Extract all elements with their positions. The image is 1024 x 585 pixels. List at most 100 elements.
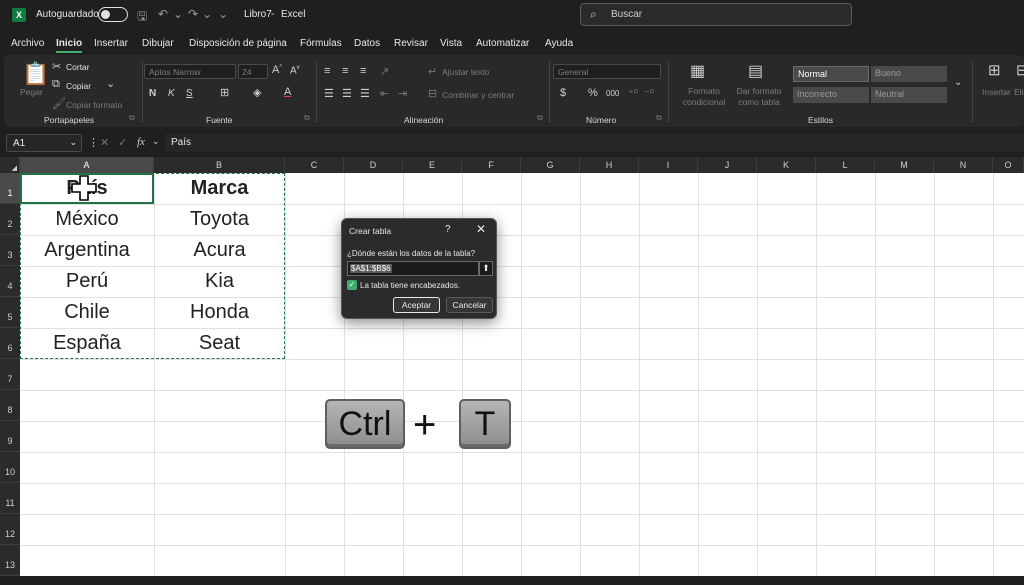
tab-ayuda[interactable]: Ayuda xyxy=(545,38,573,49)
align-bottom-icon[interactable]: ≡ xyxy=(360,65,366,77)
increase-indent-icon[interactable]: ⇥ xyxy=(398,87,407,100)
column-header-h[interactable]: H xyxy=(580,157,639,173)
more-icon[interactable]: ⋮ xyxy=(88,136,99,149)
underline-icon[interactable]: S xyxy=(186,88,193,99)
borders-icon[interactable]: ⊞ xyxy=(220,86,229,99)
align-right-icon[interactable]: ☰ xyxy=(360,87,370,100)
column-header-n[interactable]: N xyxy=(934,157,993,173)
format-painter-label[interactable]: Copiar formato xyxy=(66,100,122,110)
merge-center-label[interactable]: Combinar y centrar xyxy=(442,90,514,100)
undo-dropdown-icon[interactable]: ⌄ xyxy=(173,7,183,21)
copy-icon[interactable]: ⧉ xyxy=(52,78,60,91)
insert-function-icon[interactable]: fx xyxy=(137,136,145,148)
close-icon[interactable]: ✕ xyxy=(476,222,486,236)
tab-automatizar[interactable]: Automatizar xyxy=(476,38,529,49)
insert-cells-label[interactable]: Insertar xyxy=(982,87,1011,97)
tab-vista[interactable]: Vista xyxy=(440,38,462,49)
tab-inicio[interactable]: Inicio xyxy=(56,38,83,53)
style-normal[interactable]: Normal xyxy=(793,66,869,82)
decrease-decimal-icon[interactable]: ⁻⁰ xyxy=(644,87,654,100)
column-header-l[interactable]: L xyxy=(816,157,875,173)
save-icon[interactable]: 🖫 xyxy=(137,7,147,28)
redo-icon[interactable]: ↷ xyxy=(188,7,198,21)
row-header-6[interactable]: 6 xyxy=(0,328,20,359)
row-header-11[interactable]: 11 xyxy=(0,483,20,514)
font-color-icon[interactable]: A xyxy=(284,86,291,98)
align-left-icon[interactable]: ☰ xyxy=(324,87,334,100)
style-neutral[interactable]: Neutral xyxy=(871,87,947,103)
column-header-k[interactable]: K xyxy=(757,157,816,173)
cut-icon[interactable]: ✂ xyxy=(52,60,61,73)
cancel-button[interactable]: Cancelar xyxy=(446,297,493,313)
column-header-f[interactable]: F xyxy=(462,157,521,173)
align-center-icon[interactable]: ☰ xyxy=(342,87,352,100)
decrease-indent-icon[interactable]: ⇤ xyxy=(380,87,389,100)
column-header-m[interactable]: M xyxy=(875,157,934,173)
decrease-font-icon[interactable]: Av xyxy=(290,65,300,76)
column-header-c[interactable]: C xyxy=(285,157,344,173)
help-icon[interactable]: ? xyxy=(445,224,451,235)
increase-decimal-icon[interactable]: ⁺⁰ xyxy=(628,87,638,100)
font-launcher-icon[interactable]: ⧉ xyxy=(304,113,310,123)
orientation-icon[interactable]: ↗ xyxy=(380,65,389,78)
align-middle-icon[interactable]: ≡ xyxy=(342,65,348,77)
row-header-4[interactable]: 4 xyxy=(0,266,20,297)
percent-icon[interactable]: % xyxy=(588,87,598,99)
select-all-corner[interactable]: ◢ xyxy=(0,157,20,173)
increase-font-icon[interactable]: A^ xyxy=(272,64,282,76)
column-header-i[interactable]: I xyxy=(639,157,698,173)
conditional-format-icon[interactable]: ▦ xyxy=(690,61,705,81)
row-header-1[interactable]: 1 xyxy=(0,173,20,204)
fill-color-icon[interactable]: ◈ xyxy=(253,86,261,99)
redo-dropdown-icon[interactable]: ⌄ xyxy=(202,7,212,21)
paste-label[interactable]: Pegar xyxy=(20,87,43,97)
tab-revisar[interactable]: Revisar xyxy=(394,38,428,49)
number-launcher-icon[interactable]: ⧉ xyxy=(656,113,662,123)
column-header-a[interactable]: A xyxy=(20,157,154,173)
fx-dropdown-icon[interactable]: ⌄ xyxy=(152,136,160,147)
format-painter-icon[interactable]: 🖌 xyxy=(52,97,66,110)
alignment-launcher-icon[interactable]: ⧉ xyxy=(537,113,543,123)
conditional-format-label[interactable]: Formato condicional xyxy=(682,86,726,108)
column-header-e[interactable]: E xyxy=(403,157,462,173)
tab-dibujar[interactable]: Dibujar xyxy=(142,38,174,49)
align-top-icon[interactable]: ≡ xyxy=(324,65,330,77)
delete-cells-label[interactable]: Eli xyxy=(1014,87,1023,97)
copy-label[interactable]: Copiar xyxy=(66,81,91,91)
font-name-dropdown[interactable]: Aptos Narrow xyxy=(144,64,236,79)
style-bad[interactable]: Incorrecto xyxy=(793,87,869,103)
confirm-entry-icon[interactable]: ✓ xyxy=(118,136,127,149)
column-header-j[interactable]: J xyxy=(698,157,757,173)
row-header-5[interactable]: 5 xyxy=(0,297,20,328)
merge-icon[interactable]: ⊟ xyxy=(428,87,437,100)
styles-more-icon[interactable]: ⌄ xyxy=(954,77,962,88)
cut-label[interactable]: Cortar xyxy=(66,62,90,72)
row-header-12[interactable]: 12 xyxy=(0,514,20,545)
tab-disposicion[interactable]: Disposición de página xyxy=(189,38,287,49)
column-header-g[interactable]: G xyxy=(521,157,580,173)
format-as-table-label[interactable]: Dar formato como tabla xyxy=(732,86,786,108)
column-header-d[interactable]: D xyxy=(344,157,403,173)
copy-dropdown-icon[interactable]: ⌄ xyxy=(106,77,115,90)
ok-button[interactable]: Aceptar xyxy=(393,297,440,313)
wrap-text-label[interactable]: Ajustar texto xyxy=(442,67,489,77)
row-header-8[interactable]: 8 xyxy=(0,390,20,421)
row-header-7[interactable]: 7 xyxy=(0,359,20,390)
thousands-icon[interactable]: 000 xyxy=(606,89,619,98)
spreadsheet-grid[interactable]: ◢ A B C D E F G H I J K L M N O 1 2 3 4 … xyxy=(0,157,1024,576)
tab-archivo[interactable]: Archivo xyxy=(11,38,44,49)
row-header-3[interactable]: 3 xyxy=(0,235,20,266)
tab-datos[interactable]: Datos xyxy=(354,38,380,49)
paste-icon[interactable]: 📋 xyxy=(22,61,49,87)
currency-icon[interactable]: $ xyxy=(560,87,566,99)
cancel-entry-icon[interactable]: ✕ xyxy=(100,136,109,149)
tab-formulas[interactable]: Fórmulas xyxy=(300,38,342,49)
font-size-dropdown[interactable]: 24 xyxy=(238,64,268,79)
row-header-10[interactable]: 10 xyxy=(0,452,20,483)
bold-icon[interactable]: N xyxy=(149,88,156,99)
row-header-2[interactable]: 2 xyxy=(0,204,20,235)
column-header-o[interactable]: O xyxy=(993,157,1024,173)
range-input[interactable]: $A$1:$B$6 xyxy=(347,261,479,276)
italic-icon[interactable]: K xyxy=(168,88,175,99)
format-as-table-icon[interactable]: ▤ xyxy=(748,61,763,81)
